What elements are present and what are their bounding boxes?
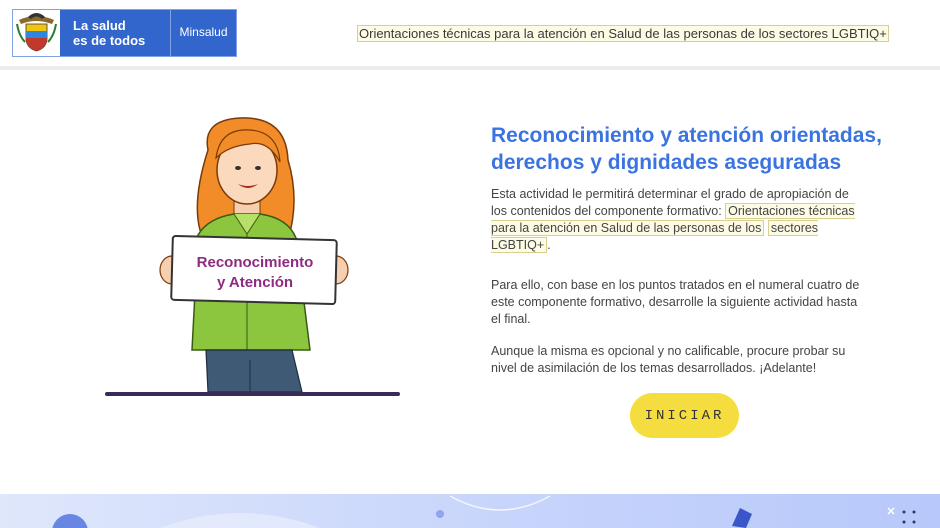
intro-period: . [547, 238, 551, 252]
note-paragraph: Aunque la misma es opcional y no calific… [491, 344, 846, 375]
slogan-line-2: es de todos [73, 33, 146, 48]
activity-title: Reconocimiento y atención orientadas, de… [491, 122, 891, 176]
intro-paragraph: Esta actividad le permitirá determinar e… [491, 186, 863, 254]
title-line-1: Reconocimiento y atención orientadas, [491, 124, 882, 147]
sign-text-line-2: y Atención [217, 274, 293, 291]
colombia-coat-of-arms-icon [13, 10, 60, 56]
title-line-2: derechos y dignidades aseguradas [491, 151, 842, 174]
minsalud-logo[interactable]: La salud es de todos Minsalud [12, 9, 237, 57]
header-divider [0, 66, 940, 70]
decorative-footer [0, 494, 940, 528]
slogan-line-1: La salud [73, 18, 126, 33]
instructions-paragraph: Para ello, con base en los puntos tratad… [491, 278, 860, 326]
logo-slogan: La salud es de todos [73, 18, 163, 48]
logo-divider [170, 10, 171, 56]
course-title-link[interactable]: Orientaciones técnicas para la atención … [357, 25, 889, 42]
logo-brand-name: Minsalud [179, 25, 228, 39]
site-header: La salud es de todos Minsalud Orientacio… [0, 0, 940, 66]
woman-holding-sign-illustration: Reconocimiento y Atención [100, 110, 400, 402]
sign-text-line-1: Reconocimiento [197, 254, 314, 271]
start-button[interactable]: INICIAR [630, 393, 739, 438]
